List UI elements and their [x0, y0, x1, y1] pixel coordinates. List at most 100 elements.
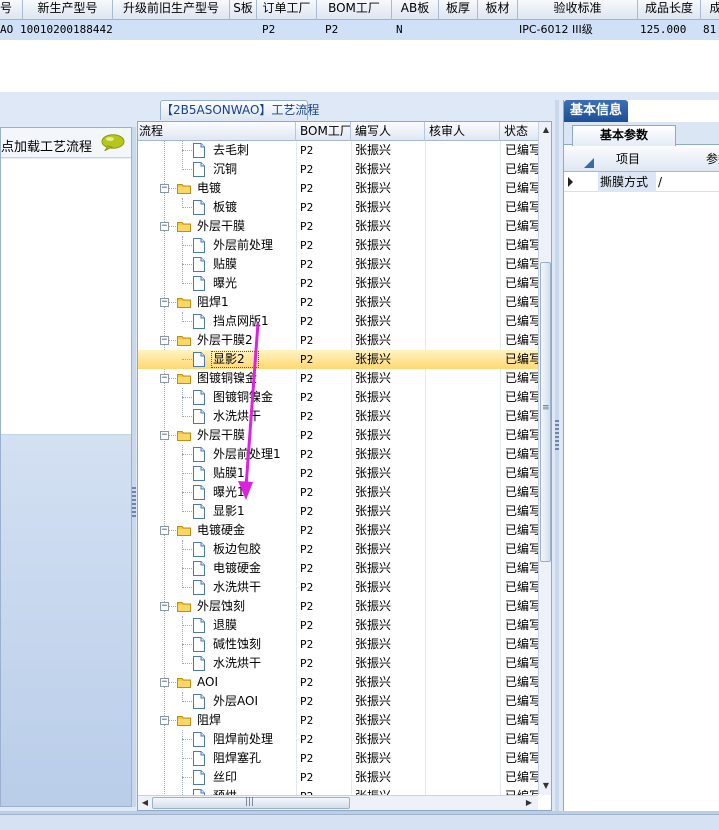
col-header-length[interactable]: 成品长度	[638, 0, 701, 20]
tree-item-row[interactable]: 水洗烘干 P2 张振兴 已编写	[138, 654, 538, 673]
tree-vertical-scroll-thumb[interactable]: ≡	[540, 262, 551, 562]
collapse-toggle-icon[interactable]: −	[160, 602, 169, 611]
tree-node-label[interactable]: 水洗烘干	[213, 578, 261, 597]
tree-node-label[interactable]: 外层蚀刻	[197, 597, 245, 616]
tree-node-label[interactable]: 碱性蚀刻	[213, 635, 261, 654]
tree-item-row[interactable]: 挡点网版1 P2 张振兴 已编写	[138, 312, 538, 331]
tree-item-row[interactable]: 外层前处理 P2 张振兴 已编写	[138, 236, 538, 255]
tree-node-label[interactable]: 电镀硬金	[213, 559, 261, 578]
tree-item-row[interactable]: 退膜 P2 张振兴 已编写	[138, 616, 538, 635]
col-header-code[interactable]: 号	[0, 0, 23, 20]
tree-item-row[interactable]: 外层AOI P2 张振兴 已编写	[138, 692, 538, 711]
left-splitter-grip[interactable]	[132, 487, 136, 517]
tree-node-label[interactable]: 曝光	[213, 274, 237, 293]
tree-node-label[interactable]: 外层前处理1	[213, 445, 281, 464]
tree-node-label[interactable]: 电镀	[197, 179, 221, 198]
tree-item-row[interactable]: 图镀铜镍金 P2 张振兴 已编写	[138, 388, 538, 407]
tree-node-label[interactable]: 退膜	[213, 616, 237, 635]
col-header-acceptance[interactable]: 验收标准	[518, 0, 638, 20]
scroll-down-arrow-icon[interactable]: ▼	[540, 780, 551, 792]
tree-node-label[interactable]: 丝印	[213, 768, 237, 787]
tree-item-row[interactable]: 曝光 P2 张振兴 已编写	[138, 274, 538, 293]
col-header-writer[interactable]: 编写人	[351, 122, 425, 141]
tree-node-label[interactable]: 阻焊1	[197, 293, 229, 312]
right-splitter-grip[interactable]	[555, 420, 559, 450]
order-row[interactable]: AO 10010200188442 P2 P2 N IPC-6012 III级 …	[0, 20, 719, 40]
col-header-thickness[interactable]: 板厚	[439, 0, 478, 20]
left-splitter[interactable]	[132, 127, 136, 807]
tree-node-label[interactable]: 板镀	[213, 198, 237, 217]
col-header-item[interactable]: 项目	[616, 146, 640, 172]
tree-item-row[interactable]: 贴膜1 P2 张振兴 已编写	[138, 464, 538, 483]
col-header-status[interactable]: 状态	[500, 122, 538, 141]
tree-node-label[interactable]: 阻焊前处理	[213, 730, 273, 749]
tree-folder-row[interactable]: − 阻焊1 P2 张振兴 已编写	[138, 293, 538, 312]
collapse-toggle-icon[interactable]: −	[160, 374, 169, 383]
tree-item-row[interactable]: 显影1 P2 张振兴 已编写	[138, 502, 538, 521]
tree-node-label[interactable]: 图镀铜镍金	[197, 369, 257, 388]
tree-node-label[interactable]: 挡点网版1	[213, 312, 269, 331]
collapse-toggle-icon[interactable]: −	[160, 678, 169, 687]
right-splitter[interactable]	[555, 100, 559, 812]
tree-item-row[interactable]: 电镀硬金 P2 张振兴 已编写	[138, 559, 538, 578]
tree-node-label[interactable]: 去毛刺	[213, 141, 249, 160]
tree-item-row[interactable]: 去毛刺 P2 张振兴 已编写	[138, 141, 538, 160]
tree-item-row[interactable]: 曝光1 P2 张振兴 已编写	[138, 483, 538, 502]
tree-folder-row[interactable]: − 外层干膜 P2 张振兴 已编写	[138, 426, 538, 445]
tree-item-row[interactable]: 水洗烘干 P2 张振兴 已编写	[138, 407, 538, 426]
col-header-order-factory[interactable]: 订单工厂	[257, 0, 317, 20]
tree-item-row[interactable]: 预烘 P2张振兴 已编写	[138, 787, 538, 795]
tree-item-row[interactable]: 阻焊塞孔 P2 张振兴 已编写	[138, 749, 538, 768]
tree-node-label[interactable]: 外层干膜	[197, 426, 245, 445]
col-header-bom-factory[interactable]: BOM工厂	[317, 0, 392, 20]
tree-node-label[interactable]: 水洗烘干	[213, 407, 261, 426]
collapse-toggle-icon[interactable]: −	[160, 716, 169, 725]
tree-node-label[interactable]: 外层前处理	[213, 236, 273, 255]
col-header-old-model[interactable]: 升级前旧生产型号	[113, 0, 230, 20]
col-header-reviewer[interactable]: 核审人	[425, 122, 500, 141]
tree-item-row[interactable]: 显影2 P2 张振兴 已编写	[138, 350, 538, 369]
param-value[interactable]: /	[658, 172, 662, 192]
tree-node-label[interactable]: 贴膜	[213, 255, 237, 274]
tree-folder-row[interactable]: − 图镀铜镍金 P2 张振兴 已编写	[138, 369, 538, 388]
tree-node-label[interactable]: 图镀铜镍金	[213, 388, 273, 407]
tree-node-label[interactable]: 外层干膜2	[197, 331, 253, 350]
col-header-ab-board[interactable]: AB板	[392, 0, 439, 20]
tree-node-label[interactable]: AOI	[197, 673, 218, 692]
col-header-s-board[interactable]: S板	[230, 0, 257, 20]
tree-node-label[interactable]: 外层AOI	[213, 692, 258, 711]
collapse-toggle-icon[interactable]: −	[160, 526, 169, 535]
tree-node-label[interactable]: 预烘	[213, 787, 237, 795]
tree-horizontal-scrollbar[interactable]: ◀ ||| ▶	[138, 795, 538, 810]
collapse-toggle-icon[interactable]: −	[160, 431, 169, 440]
tree-folder-row[interactable]: − 外层干膜 P2 张振兴 已编写	[138, 217, 538, 236]
tree-node-label[interactable]: 板边包胶	[213, 540, 261, 559]
tree-folder-row[interactable]: − 电镀 P2 张振兴 已编写	[138, 179, 538, 198]
tree-node-label[interactable]: 阻焊塞孔	[213, 749, 261, 768]
col-header-extra[interactable]: 成	[701, 0, 719, 20]
col-header-new-model[interactable]: 新生产型号	[23, 0, 113, 20]
speech-bubble-icon[interactable]	[101, 134, 125, 151]
tree-folder-row[interactable]: − 外层蚀刻 P2 张振兴 已编写	[138, 597, 538, 616]
tree-node-label[interactable]: 电镀硬金	[197, 521, 245, 540]
collapse-toggle-icon[interactable]: −	[160, 184, 169, 193]
collapse-toggle-icon[interactable]: −	[160, 222, 169, 231]
tree-node-label[interactable]: 显影1	[213, 502, 245, 521]
tree-node-label[interactable]: 水洗烘干	[213, 654, 261, 673]
tree-item-row[interactable]: 丝印 P2 张振兴 已编写	[138, 768, 538, 787]
scroll-right-arrow-icon[interactable]: ▶	[523, 797, 535, 809]
tree-node-label[interactable]: 沉铜	[213, 160, 237, 179]
tree-folder-row[interactable]: − 阻焊 P2 张振兴 已编写	[138, 711, 538, 730]
tree-item-row[interactable]: 板边包胶 P2 张振兴 已编写	[138, 540, 538, 559]
tree-item-row[interactable]: 板镀 P2 张振兴 已编写	[138, 198, 538, 217]
col-header-tree-bom[interactable]: BOM工厂	[296, 122, 351, 141]
col-header-param[interactable]: 参数	[706, 146, 719, 172]
tab-basic-params[interactable]: 基本参数	[572, 125, 676, 146]
collapse-toggle-icon[interactable]: −	[160, 336, 169, 345]
scroll-up-arrow-icon[interactable]: ▲	[540, 124, 551, 136]
load-process-header[interactable]: 点加载工艺流程	[1, 128, 131, 158]
tree-node-label[interactable]: 阻焊	[197, 711, 221, 730]
tree-node-label[interactable]: 外层干膜	[197, 217, 245, 236]
tree-item-row[interactable]: 贴膜 P2 张振兴 已编写	[138, 255, 538, 274]
tree-horizontal-scroll-thumb[interactable]: |||	[152, 797, 350, 809]
